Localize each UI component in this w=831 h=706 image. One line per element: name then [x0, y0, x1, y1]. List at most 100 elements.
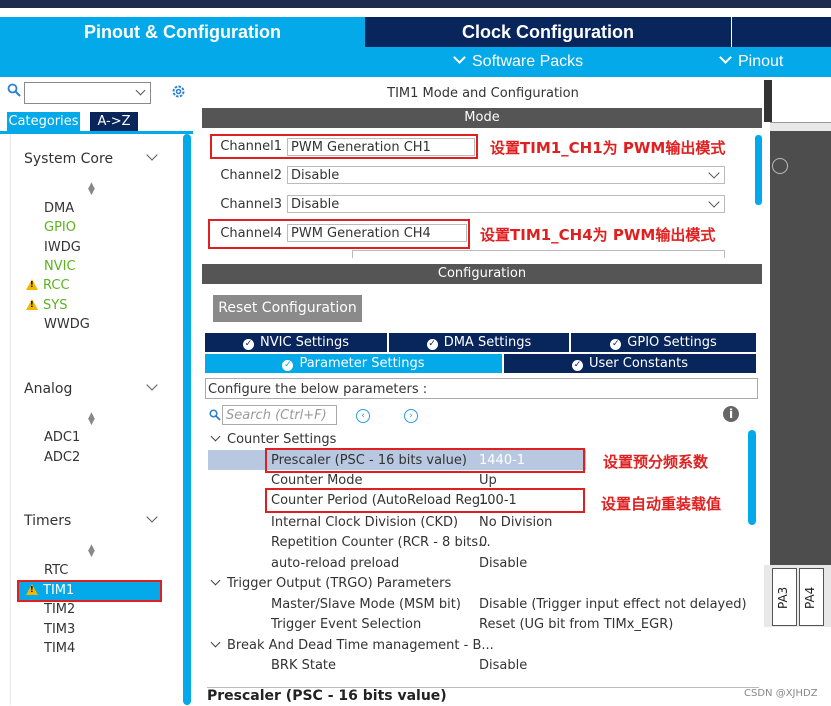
software-packs-label: Software Packs [472, 53, 584, 70]
search-icon[interactable] [7, 83, 21, 101]
section-analog[interactable]: Analog [24, 381, 72, 397]
tab-dma-settings[interactable]: ✓ DMA Settings [389, 333, 569, 352]
sort-icon[interactable]: ▲ ▼ [88, 182, 95, 197]
pin1-marker [772, 158, 788, 174]
param-trigger-event-value[interactable]: Reset (UG bit from TIMx_EGR) [479, 615, 673, 635]
channel3-select[interactable]: Disable [287, 195, 725, 213]
category-search-input[interactable] [24, 82, 151, 104]
param-trigger-event[interactable]: Trigger Event Selection [271, 615, 421, 635]
annotation-ch1: 设置TIM1_CH1为 PWM输出模式 [490, 139, 726, 157]
param-repetition-counter-value[interactable]: 0 [479, 533, 487, 553]
tree-item-tim3[interactable]: TIM3 [44, 622, 75, 637]
channel2-select[interactable]: Disable [287, 166, 725, 184]
tree-item-iwdg[interactable]: IWDG [44, 240, 81, 255]
param-clock-division-value[interactable]: No Division [479, 513, 552, 533]
tab-user-constants[interactable]: ✓ User Constants [504, 354, 756, 373]
tree-item-gpio[interactable]: GPIO [44, 220, 76, 235]
tab-clock-configuration[interactable]: Clock Configuration [365, 17, 731, 47]
tree-item-wwdg[interactable]: WWDG [44, 317, 90, 332]
tree-item-dma[interactable]: DMA [44, 201, 74, 216]
param-repetition-counter[interactable]: Repetition Counter (RCR - 8 bits... [271, 533, 491, 553]
info-icon[interactable]: i [723, 406, 739, 422]
reset-configuration-button[interactable]: Reset Configuration [213, 295, 362, 322]
previous-match-icon[interactable]: ‹ [356, 409, 370, 423]
check-icon: ✓ [572, 360, 583, 371]
category-tree [10, 134, 184, 705]
tree-item-label: RCC [43, 278, 70, 293]
tab-label: NVIC Settings [260, 335, 349, 350]
tree-item-sys[interactable]: SYS [26, 298, 67, 313]
group-trigger-output[interactable]: Trigger Output (TRGO) Parameters [210, 575, 451, 591]
tab-a-z[interactable]: A->Z [90, 112, 138, 131]
left-scrollbar[interactable] [183, 134, 191, 705]
watermark: CSDN @XJHDZ [744, 688, 818, 699]
mode-scrollbar[interactable] [755, 135, 762, 205]
next-match-icon[interactable]: › [404, 409, 418, 423]
chevron-down-icon [719, 51, 732, 64]
chevron-down-icon [708, 167, 720, 179]
tab-gpio-settings[interactable]: ✓ GPIO Settings [571, 333, 756, 352]
annotation-box-ch1 [210, 134, 478, 159]
gear-icon[interactable] [170, 83, 187, 104]
param-master-slave-value[interactable]: Disable (Trigger input effect not delaye… [479, 595, 747, 615]
channel2-label: Channel2 [220, 168, 282, 183]
configuration-header: Configuration [202, 264, 762, 284]
parameter-description-title: Prescaler (PSC - 16 bits value) [207, 687, 759, 706]
param-clock-division[interactable]: Internal Clock Division (CKD) [271, 513, 458, 533]
parameter-search-input[interactable]: Search (Ctrl+F) [222, 405, 337, 425]
tree-item-tim2[interactable]: TIM2 [44, 602, 75, 617]
tab-parameter-settings[interactable]: ✓ Parameter Settings [205, 354, 502, 373]
tab-nvic-settings[interactable]: ✓ NVIC Settings [205, 333, 387, 352]
group-counter-settings[interactable]: Counter Settings [210, 431, 336, 447]
mcu-chip [770, 130, 831, 570]
chevron-down-icon [453, 51, 466, 64]
tab-categories[interactable]: Categories [7, 112, 80, 131]
tab-label: Parameter Settings [299, 356, 425, 371]
collapse-handle[interactable] [764, 80, 772, 122]
section-timers[interactable]: Timers [24, 513, 71, 529]
secondary-toolbar [0, 47, 831, 77]
chevron-down-icon [135, 85, 146, 96]
channel3-label: Channel3 [220, 197, 282, 212]
pinout-label: Pinout [738, 53, 784, 70]
pin-pa3[interactable]: PA3 [772, 568, 797, 626]
check-icon: ✓ [610, 339, 622, 350]
sort-icon[interactable]: ▲ ▼ [88, 544, 95, 559]
tree-item-tim4[interactable]: TIM4 [44, 641, 75, 656]
param-auto-reload-preload[interactable]: auto-reload preload [271, 554, 399, 574]
sort-icon[interactable]: ▲ ▼ [88, 412, 95, 427]
tab-pinout-configuration[interactable]: Pinout & Configuration [0, 17, 365, 47]
tree-item-label: SYS [43, 298, 68, 313]
chevron-down-icon [210, 575, 221, 586]
pin-label: PA4 [803, 586, 817, 609]
tree-item-rtc[interactable]: RTC [44, 563, 68, 578]
panel-title: TIM1 Mode and Configuration [202, 82, 764, 106]
param-brk-state[interactable]: BRK State [271, 656, 336, 676]
annotation-ch4: 设置TIM1_CH4为 PWM输出模式 [480, 226, 716, 244]
group-break-dead-time[interactable]: Break And Dead Time management - B... [210, 637, 494, 653]
tree-item-tim1[interactable]: TIM1 [26, 583, 74, 598]
tab-label: GPIO Settings [627, 335, 717, 350]
check-icon: ✓ [282, 360, 294, 371]
param-brk-state-value[interactable]: Disable [479, 656, 527, 676]
search-icon [209, 409, 221, 425]
pinout-menu[interactable]: Pinout [719, 47, 784, 77]
param-master-slave[interactable]: Master/Slave Mode (MSM bit) [271, 595, 461, 615]
next-field-partial[interactable] [352, 250, 725, 258]
pin-pa4[interactable]: PA4 [799, 568, 824, 626]
channel2-value: Disable [291, 168, 340, 183]
tree-item-adc1[interactable]: ADC1 [44, 430, 80, 445]
tree-item-adc2[interactable]: ADC2 [44, 450, 80, 465]
tree-item-rcc[interactable]: RCC [26, 278, 70, 293]
config-scrollbar[interactable] [748, 430, 756, 525]
warning-icon [26, 299, 38, 310]
top-pin-strip [770, 122, 831, 131]
check-icon: ✓ [243, 339, 254, 350]
mode-header: Mode [202, 108, 762, 128]
software-packs-menu[interactable]: Software Packs [453, 47, 584, 77]
tab-more[interactable] [731, 17, 831, 47]
param-auto-reload-preload-value[interactable]: Disable [479, 554, 527, 574]
annotation-box-period [265, 488, 585, 513]
section-system-core[interactable]: System Core [24, 151, 113, 167]
tree-item-nvic[interactable]: NVIC [44, 259, 76, 274]
